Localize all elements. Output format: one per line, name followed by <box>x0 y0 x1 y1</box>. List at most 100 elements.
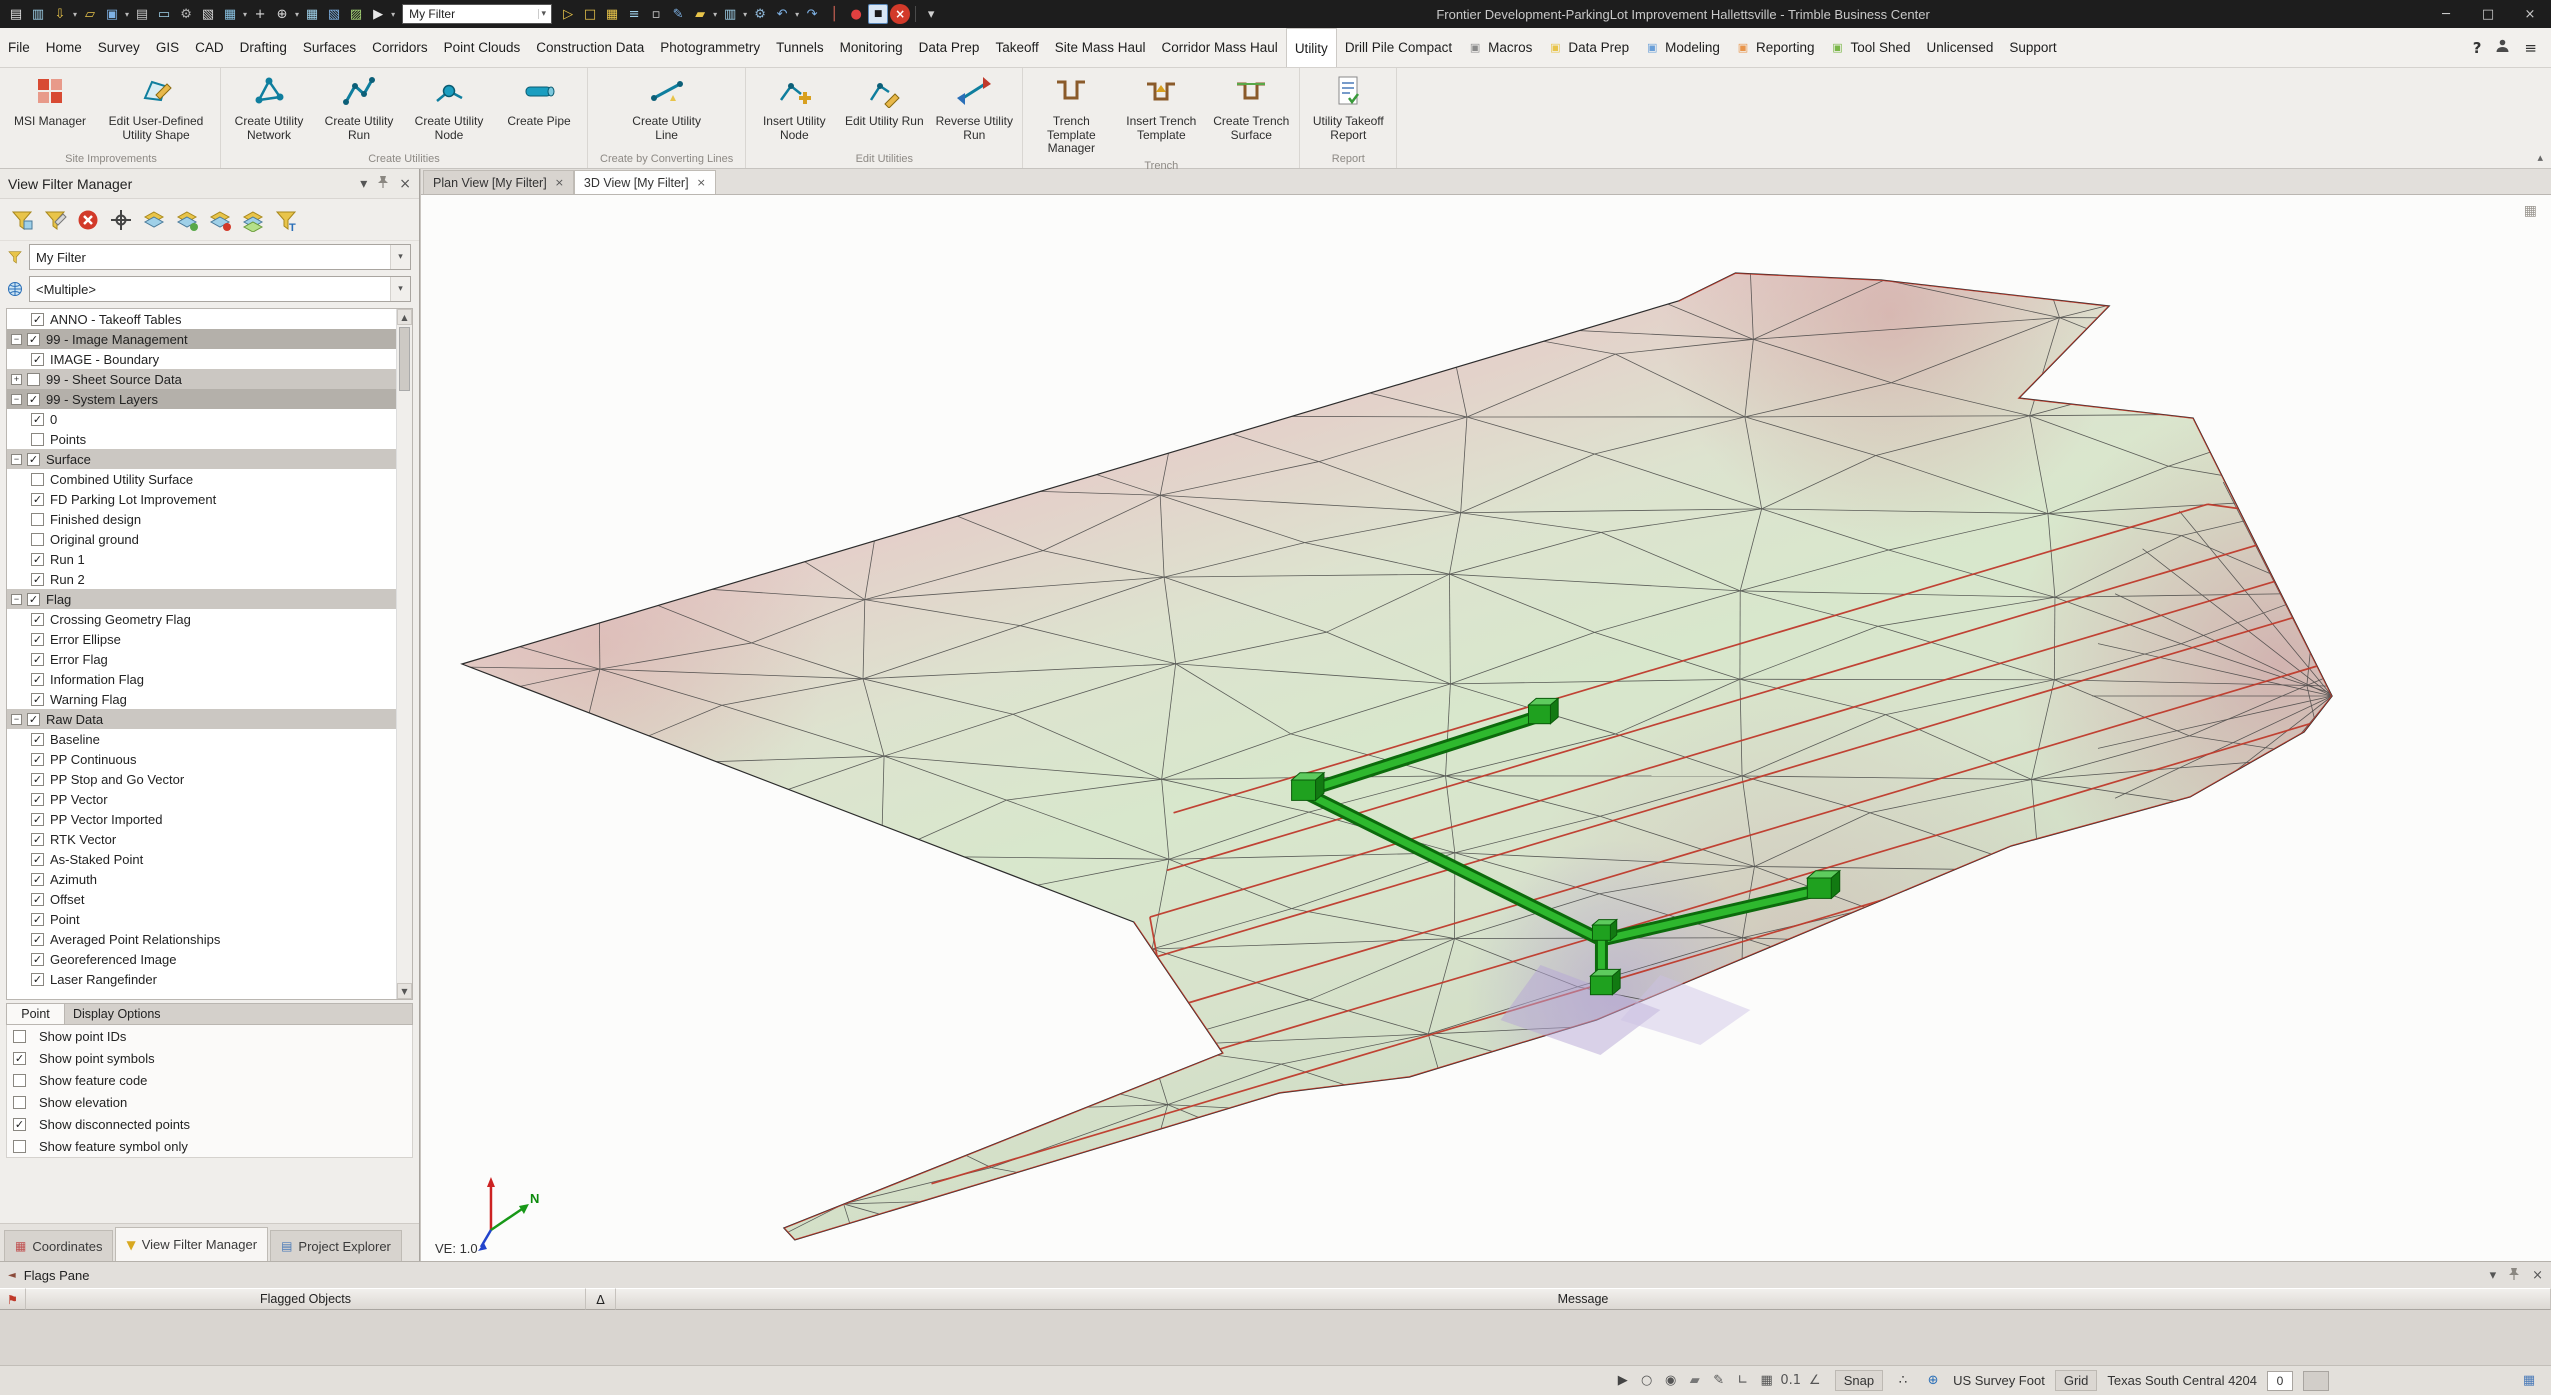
scroll-thumb[interactable] <box>399 327 410 391</box>
expander-icon[interactable]: + <box>11 374 22 385</box>
tree-row-99-sheet-source-data[interactable]: +99 - Sheet Source Data <box>7 369 396 389</box>
close-tab-icon[interactable]: × <box>555 176 564 189</box>
stop-icon[interactable]: ■ <box>868 4 888 24</box>
polygon-select-icon[interactable]: ▰ <box>1685 1371 1705 1391</box>
menu-tab-modeling[interactable]: ▣Modeling <box>1637 28 1728 67</box>
checkbox[interactable]: ✓ <box>31 873 44 886</box>
tree-row-pp-vector[interactable]: ✓PP Vector <box>7 789 396 809</box>
plan-view-icon[interactable]: ▦ <box>302 4 322 24</box>
display-option-show-feature-code[interactable]: Show feature code <box>7 1069 412 1091</box>
tree-row-pp-vector-imported[interactable]: ✓PP Vector Imported <box>7 809 396 829</box>
maximize-button[interactable]: □ <box>2467 0 2509 28</box>
checkbox[interactable]: ✓ <box>31 653 44 666</box>
flagged-objects-column[interactable]: Flagged Objects <box>26 1288 586 1310</box>
close-icon[interactable]: × <box>2532 1268 2543 1283</box>
tree-row-rtk-vector[interactable]: ✓RTK Vector <box>7 829 396 849</box>
ribbon-button-create-pipe[interactable]: Create Pipe <box>495 71 583 132</box>
tree-row-image-boundary[interactable]: ✓IMAGE - Boundary <box>7 349 396 369</box>
checkbox[interactable]: ✓ <box>31 813 44 826</box>
select-highlight-icon[interactable]: ▷ <box>558 4 578 24</box>
3d-view-canvas[interactable]: N ▦ VE: 1.0 <box>421 195 2551 1261</box>
menu-tab-monitoring[interactable]: Monitoring <box>832 28 911 67</box>
tree-row-error-flag[interactable]: ✓Error Flag <box>7 649 396 669</box>
empty-box[interactable] <box>2303 1371 2329 1391</box>
ribbon-button-trench-template-manager[interactable]: Trench Template Manager <box>1027 71 1115 159</box>
checkbox[interactable] <box>13 1030 26 1043</box>
ortho-icon[interactable]: ∟ <box>1733 1371 1753 1391</box>
show-layers-icon[interactable] <box>173 206 201 234</box>
menu-tab-point-clouds[interactable]: Point Clouds <box>436 28 529 67</box>
zoom-icon[interactable]: ⊕ <box>272 4 292 24</box>
ribbon-button-edit-user-defined-utility-shape[interactable]: Edit User-Defined Utility Shape <box>96 71 216 145</box>
checkbox[interactable]: ✓ <box>31 753 44 766</box>
save-icon-dropdown[interactable]: ▾ <box>125 10 129 19</box>
checkbox[interactable]: ✓ <box>31 413 44 426</box>
snap-toggle[interactable]: Snap <box>1835 1370 1883 1391</box>
tree-row-warning-flag[interactable]: ✓Warning Flag <box>7 689 396 709</box>
view-grid-icon[interactable]: ▦ <box>2524 203 2537 219</box>
ribbon-options-icon[interactable]: ≡ <box>2524 39 2537 57</box>
import-icon-dropdown[interactable]: ▾ <box>73 10 77 19</box>
checkbox[interactable]: ✓ <box>31 353 44 366</box>
checkbox[interactable] <box>13 1096 26 1109</box>
tree-row-flag[interactable]: −✓Flag <box>7 589 396 609</box>
overflow-icon[interactable]: ▾ <box>921 4 941 24</box>
tree-row-99-image-management[interactable]: −✓99 - Image Management <box>7 329 396 349</box>
record-icon[interactable]: ● <box>846 4 866 24</box>
tree-row-error-ellipse[interactable]: ✓Error Ellipse <box>7 629 396 649</box>
display-option-show-point-ids[interactable]: Show point IDs <box>7 1025 412 1047</box>
checkbox[interactable]: ✓ <box>27 713 40 726</box>
help-icon[interactable]: ? <box>2473 39 2482 57</box>
tree-row-run-1[interactable]: ✓Run 1 <box>7 549 396 569</box>
ribbon-button-create-utility-network[interactable]: Create Utility Network <box>225 71 313 145</box>
tree-row-finished-design[interactable]: Finished design <box>7 509 396 529</box>
capture-icon[interactable]: ▦ <box>220 4 240 24</box>
menu-tab-site-mass-haul[interactable]: Site Mass Haul <box>1047 28 1154 67</box>
tree-row-azimuth[interactable]: ✓Azimuth <box>7 869 396 889</box>
checkbox[interactable]: ✓ <box>31 553 44 566</box>
coordinate-system-label[interactable]: Texas South Central 4204 <box>2107 1373 2257 1388</box>
checkbox[interactable] <box>31 513 44 526</box>
tree-row-as-staked-point[interactable]: ✓As-Staked Point <box>7 849 396 869</box>
checkbox[interactable] <box>31 473 44 486</box>
menu-tab-takeoff[interactable]: Takeoff <box>987 28 1046 67</box>
menu-tab-data-prep[interactable]: ▣Data Prep <box>1540 28 1637 67</box>
checkbox[interactable]: ✓ <box>31 493 44 506</box>
pan-icon[interactable]: + <box>250 4 270 24</box>
panel-tab-view-filter-manager[interactable]: ▼View Filter Manager <box>115 1227 268 1261</box>
checkbox[interactable]: ✓ <box>31 793 44 806</box>
menu-tab-utility[interactable]: Utility <box>1286 28 1337 68</box>
new-view-icon[interactable]: ▫ <box>646 4 666 24</box>
tree-row-combined-utility-surface[interactable]: Combined Utility Surface <box>7 469 396 489</box>
template-icon[interactable]: ▥ <box>28 4 48 24</box>
menu-tab-support[interactable]: Support <box>2001 28 2064 67</box>
tree-row-point[interactable]: ✓Point <box>7 909 396 929</box>
menu-tab-gis[interactable]: GIS <box>148 28 187 67</box>
table-icon[interactable]: ▦ <box>2519 1371 2539 1391</box>
chevron-down-icon[interactable]: ▾ <box>390 277 410 301</box>
tree-row-pp-stop-and-go-vector[interactable]: ✓PP Stop and Go Vector <box>7 769 396 789</box>
select-icon-dropdown[interactable]: ▾ <box>391 10 395 19</box>
checkbox[interactable]: ✓ <box>31 893 44 906</box>
panel-tab-coordinates[interactable]: ▦Coordinates <box>4 1230 113 1261</box>
draw-icon[interactable]: ✎ <box>668 4 688 24</box>
menu-tab-unlicensed[interactable]: Unlicensed <box>1919 28 2002 67</box>
menu-tab-photogrammetry[interactable]: Photogrammetry <box>652 28 768 67</box>
copy-filter-icon[interactable] <box>8 206 36 234</box>
checkbox[interactable]: ✓ <box>31 853 44 866</box>
view-filter-select[interactable]: My Filter ▾ <box>29 244 411 270</box>
tree-scrollbar[interactable]: ▲ ▼ <box>396 309 412 999</box>
menu-tab-corridors[interactable]: Corridors <box>364 28 436 67</box>
tree-row-fd-parking-lot-improvement[interactable]: ✓FD Parking Lot Improvement <box>7 489 396 509</box>
gear-icon[interactable]: ⚙ <box>176 4 196 24</box>
tree-row-pp-continuous[interactable]: ✓PP Continuous <box>7 749 396 769</box>
checkbox[interactable] <box>31 533 44 546</box>
delta-column[interactable]: Δ <box>586 1288 616 1310</box>
edit-filter-icon[interactable] <box>41 206 69 234</box>
tree-row-original-ground[interactable]: Original ground <box>7 529 396 549</box>
menu-tab-cad[interactable]: CAD <box>187 28 232 67</box>
checkbox[interactable]: ✓ <box>27 393 40 406</box>
grid-snap-icon[interactable]: ▦ <box>1757 1371 1777 1391</box>
ribbon-button-create-utility-line[interactable]: Create Utility Line <box>623 71 711 145</box>
close-icon[interactable]: × <box>399 176 411 192</box>
